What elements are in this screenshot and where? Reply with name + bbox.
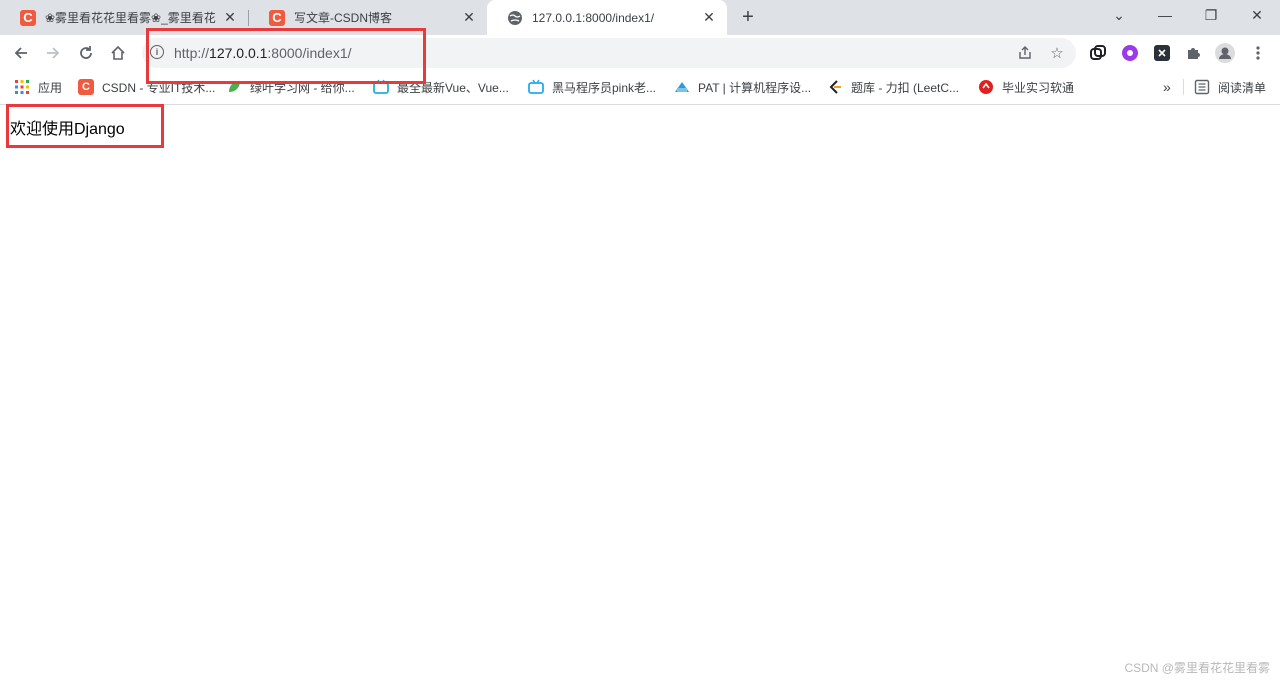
forward-arrow-icon <box>47 47 60 59</box>
red-logo-icon <box>978 79 994 95</box>
restore-button[interactable]: ❐ <box>1188 0 1234 30</box>
extension-x-icon[interactable] <box>1152 43 1172 63</box>
extension-copy-icon[interactable] <box>1088 43 1108 63</box>
bookmark-label: PAT | 计算机程序设... <box>698 80 812 95</box>
reading-list-icon <box>1194 79 1210 95</box>
csdn-favicon-icon: C <box>269 9 285 26</box>
reading-list-button[interactable]: 阅读清单 <box>1194 78 1266 96</box>
tab-search-button[interactable]: ⌄ <box>1096 0 1142 30</box>
bookmark-star-icon[interactable]: ☆ <box>1048 44 1066 62</box>
leetcode-icon <box>827 79 843 95</box>
new-tab-button[interactable]: + <box>738 6 758 28</box>
watermark: CSDN @雾里看花花里看雾 <box>1124 661 1270 675</box>
reload-icon <box>80 46 92 59</box>
bookmark-pat[interactable]: PAT | 计算机程序设... <box>674 78 811 96</box>
content-highlight-box <box>6 104 164 148</box>
profile-avatar-icon[interactable] <box>1215 43 1235 63</box>
bookmark-internship[interactable]: 毕业实习软通 <box>978 78 1074 96</box>
bookmark-pink[interactable]: 黑马程序员pink老... <box>528 78 656 96</box>
share-icon[interactable] <box>1016 44 1034 62</box>
tab-title: 127.0.0.1:8000/index1/ <box>532 10 655 25</box>
bilibili-icon <box>528 79 544 95</box>
back-arrow-icon <box>14 47 27 59</box>
home-icon <box>111 45 125 60</box>
bookmark-label: 毕业实习软通 <box>1002 80 1075 95</box>
reload-button[interactable] <box>74 41 98 65</box>
close-window-button[interactable]: ✕ <box>1234 0 1280 30</box>
bookmark-label: 阅读清单 <box>1218 80 1267 95</box>
back-button[interactable] <box>9 41 33 65</box>
tab-localhost-index1[interactable]: 127.0.0.1:8000/index1/ ✕ <box>487 0 727 35</box>
csdn-favicon-icon: C <box>78 79 94 95</box>
pat-icon <box>674 79 690 95</box>
tab-title: ❀雾里看花花里看雾❀_雾里看花 <box>45 11 216 25</box>
tab-close-icon[interactable]: ✕ <box>222 9 238 26</box>
minimize-button[interactable]: — <box>1142 0 1188 30</box>
apps-grid-icon <box>14 79 30 95</box>
extension-purple-icon[interactable] <box>1120 43 1140 63</box>
globe-icon <box>507 10 523 26</box>
url-highlight-box <box>146 28 426 84</box>
bookmark-apps[interactable]: 应用 <box>14 78 62 96</box>
bookmark-leetcode[interactable]: 题库 - 力扣 (LeetC... <box>827 78 959 96</box>
csdn-favicon-icon: C <box>20 9 36 26</box>
bookmark-label: 应用 <box>38 80 63 95</box>
extensions-puzzle-icon[interactable] <box>1184 43 1204 63</box>
home-button[interactable] <box>106 41 130 65</box>
tab-close-icon[interactable]: ✕ <box>701 9 717 26</box>
tab-close-icon[interactable]: ✕ <box>461 9 477 26</box>
tab-title: 写文章-CSDN博客 <box>294 11 392 25</box>
bookmarks-separator <box>1183 79 1184 95</box>
menu-kebab-icon[interactable] <box>1248 43 1268 63</box>
bookmark-label: 黑马程序员pink老... <box>552 80 657 95</box>
bookmark-label: 题库 - 力扣 (LeetC... <box>851 80 960 95</box>
bookmarks-overflow-button[interactable]: » <box>1163 78 1171 96</box>
forward-button[interactable] <box>41 41 65 65</box>
